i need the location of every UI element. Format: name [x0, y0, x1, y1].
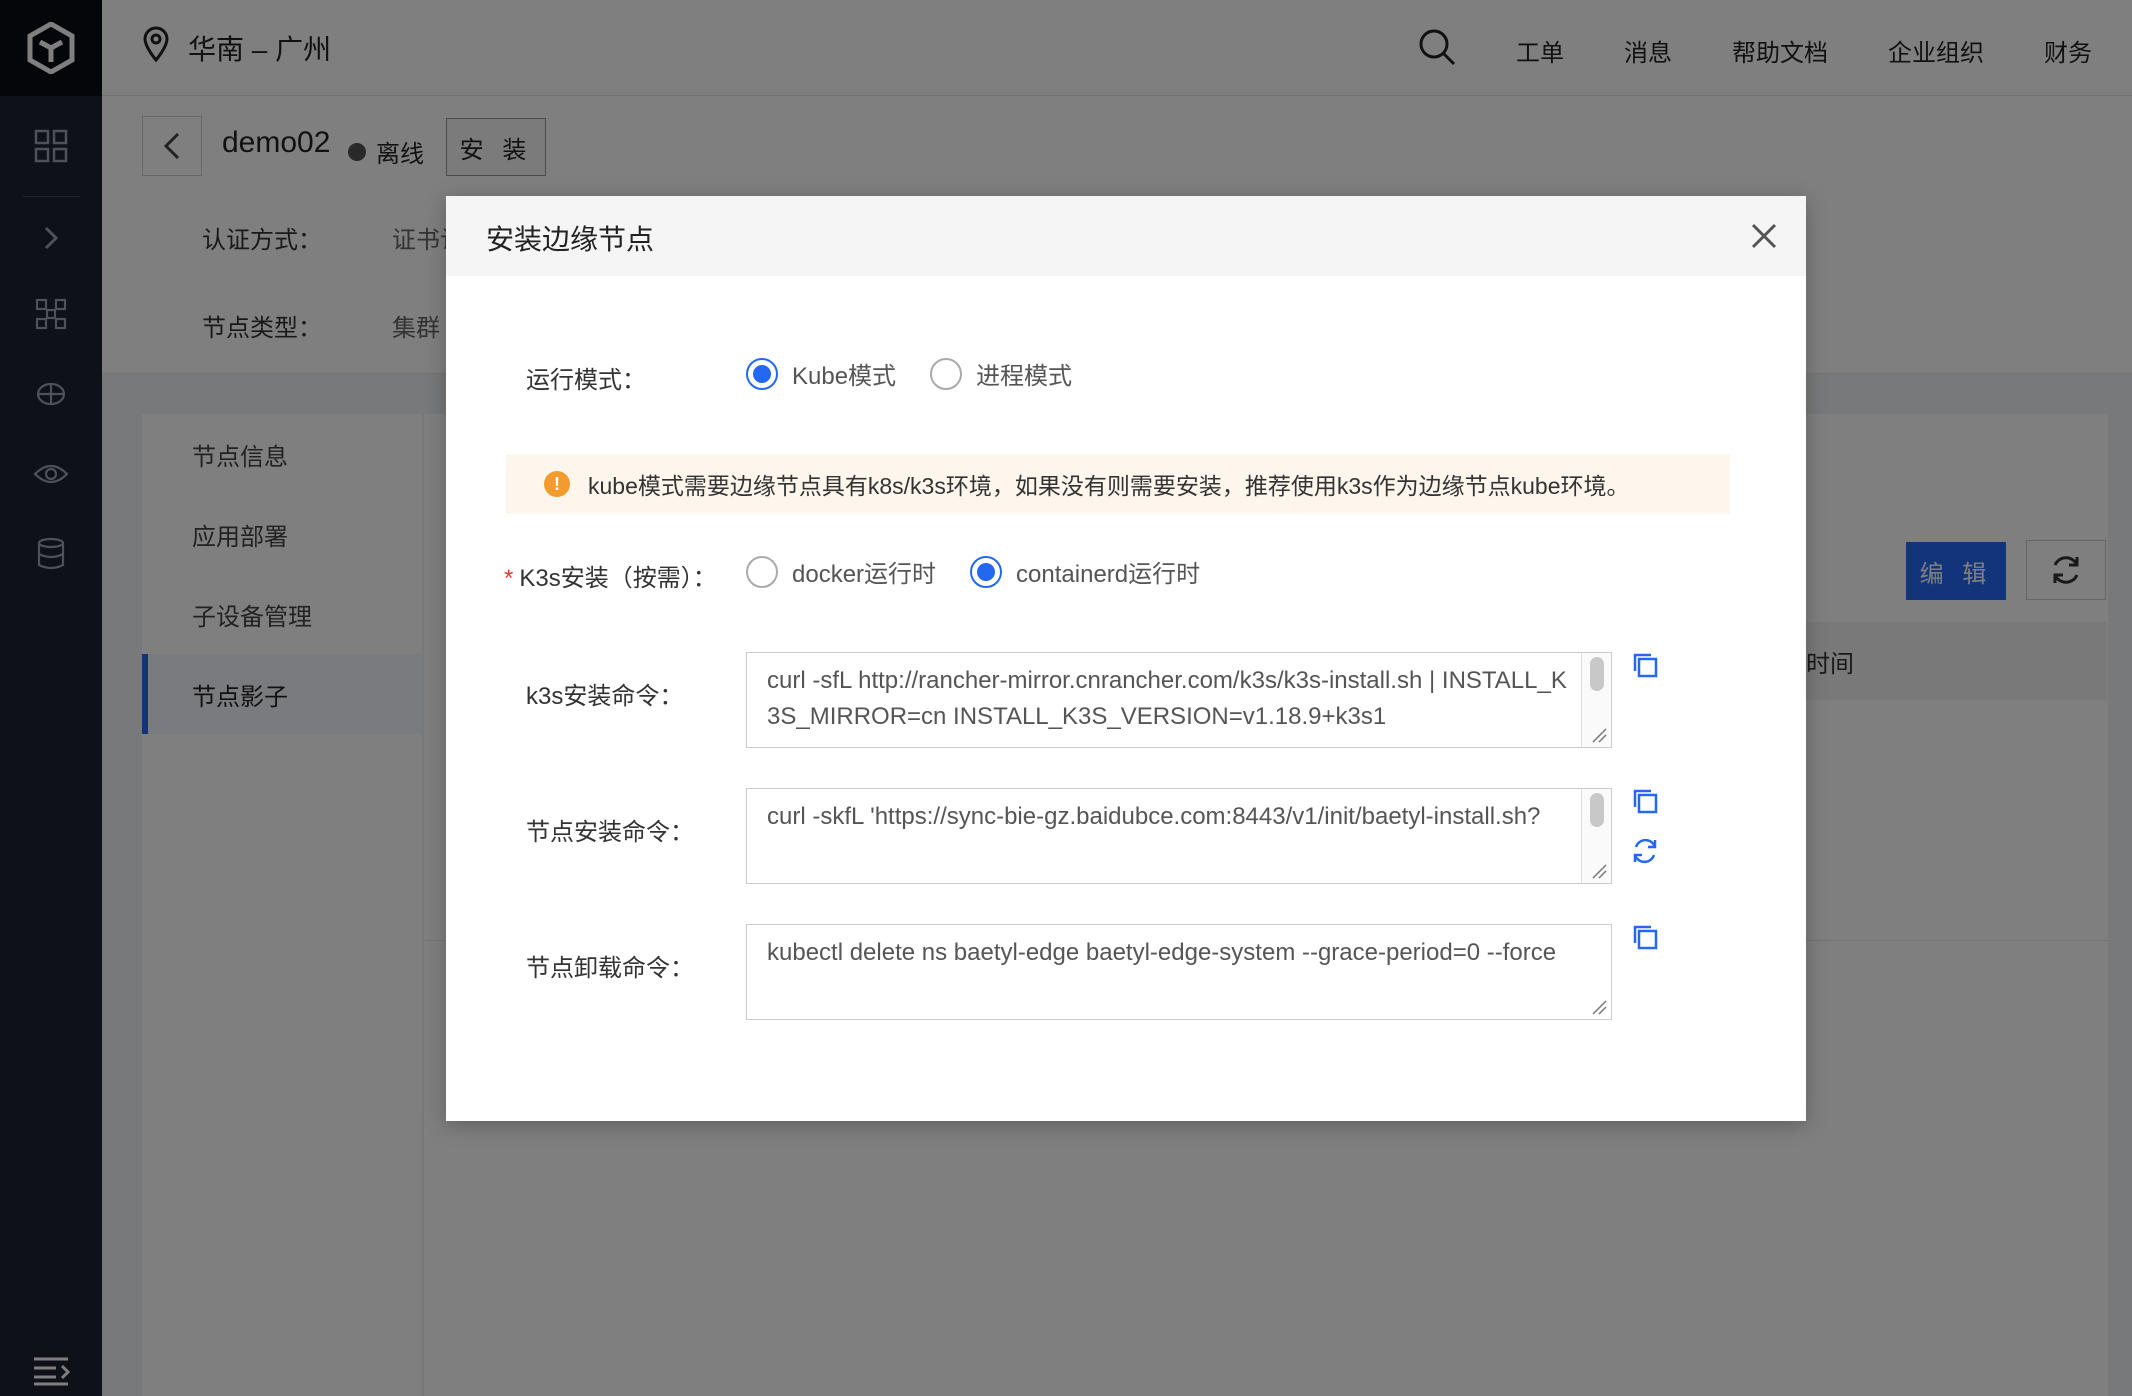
warning-icon: ! [544, 471, 570, 497]
alert-text: kube模式需要边缘节点具有k8s/k3s环境，如果没有则需要安装，推荐使用k3… [588, 473, 1630, 499]
node-install-cmd-label: 节点安装命令： [526, 819, 694, 846]
node-uninstall-cmd-label: 节点卸载命令： [526, 955, 694, 982]
copy-icon[interactable] [1630, 922, 1660, 952]
run-mode-option-process[interactable]: 进程模式 [930, 356, 1072, 391]
radio-label: Kube模式 [792, 363, 897, 390]
scrollbar-thumb[interactable] [1590, 657, 1604, 691]
radio-unchecked[interactable] [746, 555, 778, 588]
regenerate-refresh-icon[interactable] [1630, 836, 1660, 866]
run-mode-label: 运行模式： [526, 367, 646, 394]
modal-title: 安装边缘节点 [486, 224, 655, 255]
resize-handle-icon [1592, 1000, 1607, 1015]
install-edge-node-modal: 安装边缘节点 运行模式： Kube模式 进程模式 ! kube模式需要边缘节点具… [446, 196, 1806, 1121]
k3s-runtime-radio-group: docker运行时 containerd运行时 [746, 554, 1234, 589]
radio-checked[interactable] [970, 555, 1003, 588]
run-mode-radio-group: Kube模式 进程模式 [746, 356, 1106, 391]
radio-unchecked[interactable] [930, 357, 963, 390]
resize-handle-icon [1592, 728, 1607, 743]
node-install-cmd-textarea[interactable]: curl -skfL 'https://sync-bie-gz.baidubce… [746, 788, 1612, 884]
k3s-install-label-text: K3s安装（按需）： [519, 565, 717, 592]
copy-icon[interactable] [1630, 650, 1660, 680]
k3s-install-label: * K3s安装（按需）： [504, 558, 717, 593]
node-uninstall-cmd-text: kubectl delete ns baetyl-edge baetyl-edg… [767, 939, 1557, 966]
k3s-runtime-option-containerd[interactable]: containerd运行时 [970, 554, 1200, 589]
node-uninstall-cmd-textarea[interactable]: kubectl delete ns baetyl-edge baetyl-edg… [746, 924, 1612, 1020]
k3s-runtime-option-docker[interactable]: docker运行时 [746, 554, 936, 589]
run-mode-option-kube[interactable]: Kube模式 [746, 356, 896, 391]
radio-checked[interactable] [746, 357, 778, 390]
close-icon[interactable] [1744, 216, 1784, 256]
k3s-cmd-text: curl -sfL http://rancher-mirror.cnranche… [767, 667, 1567, 730]
copy-icon[interactable] [1630, 786, 1660, 816]
radio-label: containerd运行时 [1016, 561, 1201, 588]
scrollbar-thumb[interactable] [1590, 793, 1604, 827]
radio-label: docker运行时 [792, 561, 937, 588]
k3s-cmd-label: k3s安装命令： [526, 683, 684, 710]
radio-label: 进程模式 [976, 363, 1073, 390]
node-install-cmd-text: curl -skfL 'https://sync-bie-gz.baidubce… [767, 803, 1541, 830]
warning-alert: ! kube模式需要边缘节点具有k8s/k3s环境，如果没有则需要安装，推荐使用… [506, 454, 1730, 514]
modal-header: 安装边缘节点 [446, 196, 1806, 276]
k3s-cmd-textarea[interactable]: curl -sfL http://rancher-mirror.cnranche… [746, 652, 1612, 748]
resize-handle-icon [1592, 864, 1607, 879]
required-mark: * [504, 565, 514, 592]
